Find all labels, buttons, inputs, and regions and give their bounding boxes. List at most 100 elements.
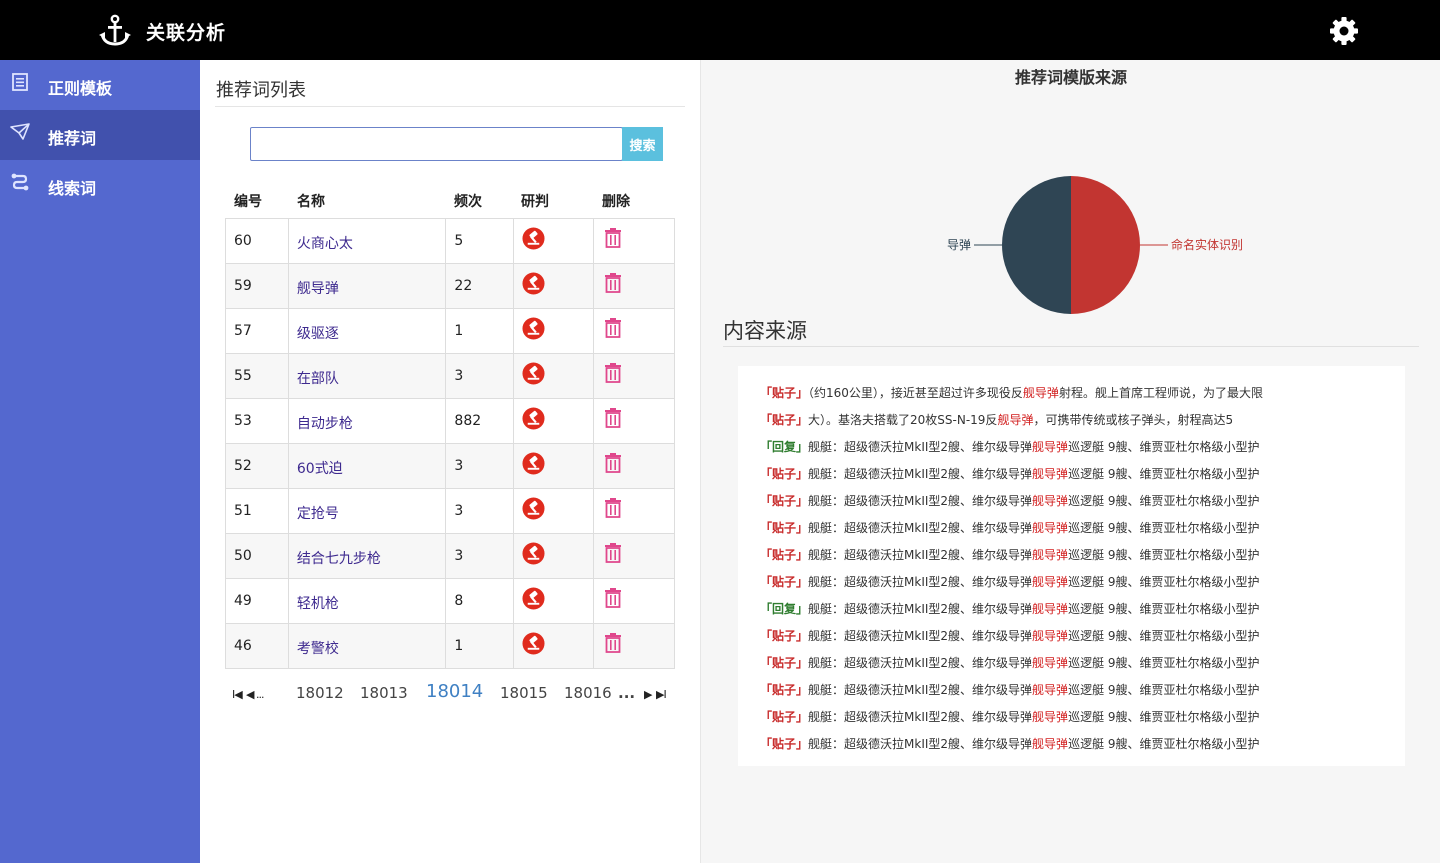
search-input[interactable] bbox=[250, 127, 623, 161]
link-chain-icon bbox=[11, 173, 29, 191]
word-name-link[interactable]: 舰导弹 bbox=[287, 263, 447, 309]
table-row: 57 级驱逐 1 bbox=[225, 308, 675, 354]
prev-page-button[interactable]: ◀ ... bbox=[246, 688, 264, 701]
gavel-icon[interactable] bbox=[522, 227, 545, 250]
content-source-line[interactable]: 「回复」舰艇：超级德沃拉MkII型2艘、维尔级导弹舰导弹巡逻艇 9艘、维贾亚杜尔… bbox=[738, 438, 1405, 465]
judge-cell bbox=[513, 353, 595, 399]
page-link-current[interactable]: 18014 bbox=[426, 681, 483, 702]
word-name-link[interactable]: 级驱逐 bbox=[287, 308, 447, 354]
snippet-after: 巡逻艇 9艘、维贾亚杜尔格级小型护 bbox=[1068, 737, 1260, 751]
gavel-icon[interactable] bbox=[522, 362, 545, 385]
snippet-before: 舰艇：超级德沃拉MkII型2艘、维尔级导弹 bbox=[808, 629, 1033, 643]
trash-icon[interactable] bbox=[602, 452, 624, 474]
content-source-line[interactable]: 「贴子」舰艇：超级德沃拉MkII型2艘、维尔级导弹舰导弹巡逻艇 9艘、维贾亚杜尔… bbox=[738, 519, 1405, 546]
content-source-line[interactable]: 「贴子」舰艇：超级德沃拉MkII型2艘、维尔级导弹舰导弹巡逻艇 9艘、维贾亚杜尔… bbox=[738, 735, 1405, 762]
snippet-before: 舰艇：超级德沃拉MkII型2艘、维尔级导弹 bbox=[808, 467, 1033, 481]
snippet-after: 巡逻艇 9艘、维贾亚杜尔格级小型护 bbox=[1068, 629, 1260, 643]
trash-icon[interactable] bbox=[602, 542, 624, 564]
snippet-highlight: 舰导弹 bbox=[1032, 440, 1069, 454]
gavel-icon[interactable] bbox=[522, 632, 545, 655]
word-name-link[interactable]: 考警校 bbox=[287, 623, 447, 669]
word-name-link[interactable]: 60式迫 bbox=[287, 443, 447, 489]
gavel-icon[interactable] bbox=[522, 452, 545, 475]
page-link[interactable]: 18015 bbox=[500, 684, 548, 702]
gavel-icon[interactable] bbox=[522, 317, 545, 340]
trash-icon[interactable] bbox=[602, 362, 624, 384]
trash-icon[interactable] bbox=[602, 317, 624, 339]
table-row: 52 60式迫 3 bbox=[225, 443, 675, 489]
page-link[interactable]: 18016 bbox=[564, 684, 612, 702]
word-frequency: 3 bbox=[445, 488, 515, 534]
content-source-line[interactable]: 「贴子」（约160公里），接近甚至超过许多现役反舰导弹射程。舰上首席工程师说，为… bbox=[738, 384, 1405, 411]
sidebar-item-label: 正则模板 bbox=[48, 79, 113, 98]
delete-cell bbox=[593, 218, 675, 264]
table-row: 49 轻机枪 8 bbox=[225, 578, 675, 624]
content-source-line[interactable]: 「回复」舰艇：超级德沃拉MkII型2艘、维尔级导弹舰导弹巡逻艇 9艘、维贾亚杜尔… bbox=[738, 600, 1405, 627]
content-source-line[interactable]: 「贴子」大）。基洛夫搭载了20枚SS-N-19反舰导弹，可携带传统或核子弹头，射… bbox=[738, 411, 1405, 438]
search-button[interactable]: 搜索 bbox=[622, 127, 663, 161]
source-type-tag: 「贴子」 bbox=[760, 737, 809, 751]
word-name-link[interactable]: 自动步枪 bbox=[287, 398, 447, 444]
content-source-line[interactable]: 「贴子」舰艇：超级德沃拉MkII型2艘、维尔级导弹舰导弹巡逻艇 9艘、维贾亚杜尔… bbox=[738, 546, 1405, 573]
word-frequency: 22 bbox=[445, 263, 515, 309]
gavel-icon[interactable] bbox=[522, 542, 545, 565]
snippet-before: 舰艇：超级德沃拉MkII型2艘、维尔级导弹 bbox=[808, 710, 1033, 724]
content-source-line[interactable]: 「贴子」舰艇：超级德沃拉MkII型2艘、维尔级导弹舰导弹巡逻艇 9艘、维贾亚杜尔… bbox=[738, 627, 1405, 654]
gavel-icon[interactable] bbox=[522, 587, 545, 610]
content-source-line[interactable]: 「贴子」舰艇：超级德沃拉MkII型2艘、维尔级导弹舰导弹巡逻艇 9艘、维贾亚杜尔… bbox=[738, 654, 1405, 681]
table-row: 51 定抢号 3 bbox=[225, 488, 675, 534]
word-frequency: 1 bbox=[445, 308, 515, 354]
word-name-link[interactable]: 火商心太 bbox=[287, 218, 447, 264]
content-source-line[interactable]: 「贴子」舰艇：超级德沃拉MkII型2艘、维尔级导弹舰导弹巡逻艇 9艘、维贾亚杜尔… bbox=[738, 681, 1405, 708]
content-source-line[interactable]: 「贴子」舰艇：超级德沃拉MkII型2艘、维尔级导弹舰导弹巡逻艇 9艘、维贾亚杜尔… bbox=[738, 573, 1405, 600]
snippet-highlight: 舰导弹 bbox=[1022, 386, 1059, 400]
word-id: 55 bbox=[225, 353, 289, 399]
source-type-tag: 「贴子」 bbox=[760, 386, 809, 400]
last-page-button[interactable]: ▶I bbox=[656, 688, 667, 701]
snippet-before: 舰艇：超级德沃拉MkII型2艘、维尔级导弹 bbox=[808, 602, 1033, 616]
trash-icon[interactable] bbox=[602, 272, 624, 294]
content-source-list: 「贴子」（约160公里），接近甚至超过许多现役反舰导弹射程。舰上首席工程师说，为… bbox=[738, 366, 1405, 766]
source-type-tag: 「回复」 bbox=[760, 440, 809, 454]
snippet-before: 大）。基洛夫搭载了20枚SS-N-19反 bbox=[808, 413, 998, 427]
gavel-icon[interactable] bbox=[522, 497, 545, 520]
sidebar-item-regex-template[interactable]: 正则模板 bbox=[0, 60, 200, 110]
word-name-link[interactable]: 轻机枪 bbox=[287, 578, 447, 624]
trash-icon[interactable] bbox=[602, 587, 624, 609]
snippet-before: 舰艇：超级德沃拉MkII型2艘、维尔级导弹 bbox=[808, 548, 1033, 562]
snippet-before: 舰艇：超级德沃拉MkII型2艘、维尔级导弹 bbox=[808, 656, 1033, 670]
word-name-link[interactable]: 在部队 bbox=[287, 353, 447, 399]
word-name-link[interactable]: 结合七九步枪 bbox=[287, 533, 447, 579]
snippet-highlight: 舰导弹 bbox=[1032, 548, 1069, 562]
snippet-highlight: 舰导弹 bbox=[1032, 494, 1069, 508]
source-type-tag: 「贴子」 bbox=[760, 656, 809, 670]
gear-icon[interactable] bbox=[1329, 16, 1359, 46]
trash-icon[interactable] bbox=[602, 407, 624, 429]
snippet-highlight: 舰导弹 bbox=[1032, 629, 1069, 643]
trash-icon[interactable] bbox=[602, 227, 624, 249]
gavel-icon[interactable] bbox=[522, 272, 545, 295]
sidebar-item-recommended-words[interactable]: 推荐词 bbox=[0, 110, 200, 160]
page-link[interactable]: 18012 bbox=[296, 684, 344, 702]
pie-slice[interactable] bbox=[1071, 176, 1140, 314]
word-id: 46 bbox=[225, 623, 289, 669]
trash-icon[interactable] bbox=[602, 497, 624, 519]
snippet-highlight: 舰导弹 bbox=[1032, 521, 1069, 535]
content-source-line[interactable]: 「贴子」舰艇：超级德沃拉MkII型2艘、维尔级导弹舰导弹巡逻艇 9艘、维贾亚杜尔… bbox=[738, 465, 1405, 492]
delete-cell bbox=[593, 488, 675, 534]
pie-slice[interactable] bbox=[1002, 176, 1071, 314]
page-link[interactable]: 18013 bbox=[360, 684, 408, 702]
gavel-icon[interactable] bbox=[522, 407, 545, 430]
next-page-button[interactable]: ▶ bbox=[644, 688, 653, 701]
divider bbox=[215, 106, 685, 107]
content-source-line[interactable]: 「贴子」舰艇：超级德沃拉MkII型2艘、维尔级导弹舰导弹巡逻艇 9艘、维贾亚杜尔… bbox=[738, 708, 1405, 735]
column-header-judge: 研判 bbox=[521, 194, 549, 210]
judge-cell bbox=[513, 263, 595, 309]
judge-cell bbox=[513, 488, 595, 534]
sidebar-item-clue-words[interactable]: 线索词 bbox=[0, 160, 200, 210]
trash-icon[interactable] bbox=[602, 632, 624, 654]
content-source-line[interactable]: 「贴子」舰艇：超级德沃拉MkII型2艘、维尔级导弹舰导弹巡逻艇 9艘、维贾亚杜尔… bbox=[738, 492, 1405, 519]
snippet-highlight: 舰导弹 bbox=[1032, 656, 1069, 670]
first-page-button[interactable]: I◀ bbox=[232, 688, 243, 701]
word-name-link[interactable]: 定抢号 bbox=[287, 488, 447, 534]
